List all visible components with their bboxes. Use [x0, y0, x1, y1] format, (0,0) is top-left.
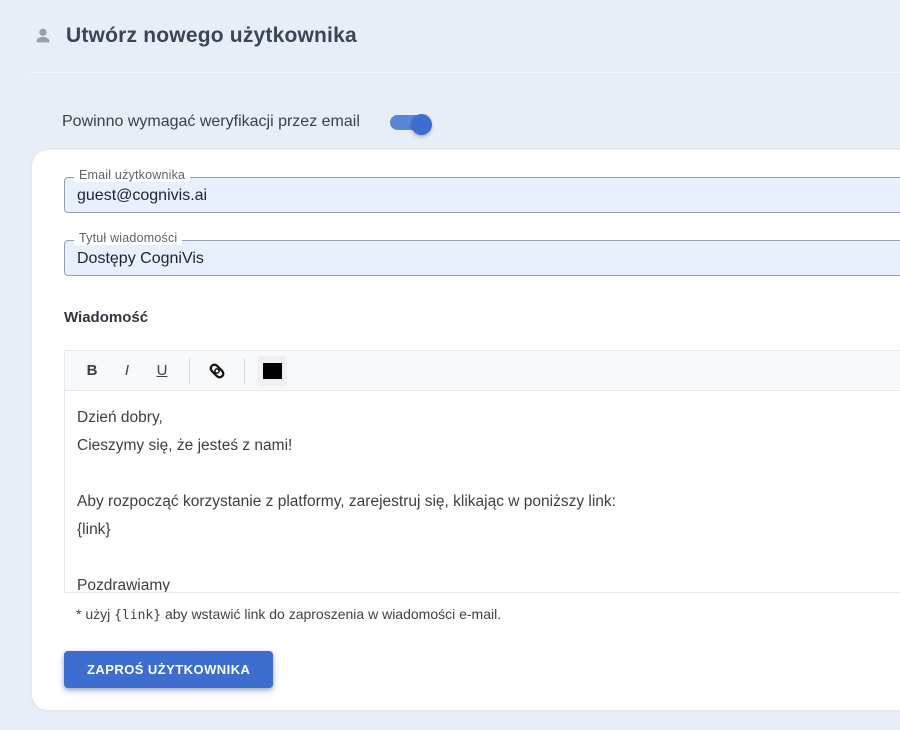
page-title: Utwórz nowego użytkownika	[66, 24, 357, 48]
message-body-input[interactable]: Dzień dobry, Cieszymy się, że jesteś z n…	[65, 391, 900, 592]
invite-user-button[interactable]: ZAPROŚ UŻYTKOWNIKA	[64, 651, 273, 688]
toggle-thumb	[411, 114, 432, 135]
toolbar-separator	[189, 358, 190, 384]
message-section-label: Wiadomość	[64, 309, 900, 326]
hint-prefix: * użyj	[76, 606, 114, 622]
email-field-wrapper: Email użytkownika	[64, 177, 900, 213]
italic-button[interactable]: I	[112, 356, 142, 386]
page-header: Utwórz nowego użytkownika	[0, 0, 900, 72]
subject-field-wrapper: Tytuł wiadomości	[64, 240, 900, 276]
underline-button[interactable]: U	[147, 356, 177, 386]
subject-field-label: Tytuł wiadomości	[74, 231, 182, 245]
toolbar-separator	[244, 358, 245, 384]
insert-link-button[interactable]	[202, 356, 232, 386]
bold-button[interactable]: B	[77, 356, 107, 386]
editor-toolbar: B I U	[65, 351, 900, 391]
subject-input[interactable]	[64, 240, 900, 276]
header-divider	[30, 72, 900, 73]
email-input[interactable]	[64, 177, 900, 213]
link-placeholder-hint: * użyj {link} aby wstawić link do zapros…	[64, 606, 900, 623]
email-verification-row: Powinno wymagać weryfikacji przez email	[0, 109, 900, 135]
link-icon	[206, 360, 228, 382]
color-swatch	[263, 363, 282, 379]
person-icon	[32, 25, 54, 47]
hint-code: {link}	[114, 608, 161, 623]
email-verification-toggle[interactable]	[390, 115, 430, 130]
message-editor: B I U	[64, 350, 900, 593]
invite-user-card: Email użytkownika Tytuł wiadomości Wiado…	[32, 150, 900, 710]
email-field-label: Email użytkownika	[74, 168, 190, 182]
email-verification-label: Powinno wymagać weryfikacji przez email	[62, 113, 360, 131]
hint-suffix: aby wstawić link do zaproszenia w wiadom…	[161, 606, 501, 622]
create-user-page: Utwórz nowego użytkownika Powinno wymaga…	[0, 0, 900, 730]
text-color-button[interactable]	[257, 356, 287, 386]
